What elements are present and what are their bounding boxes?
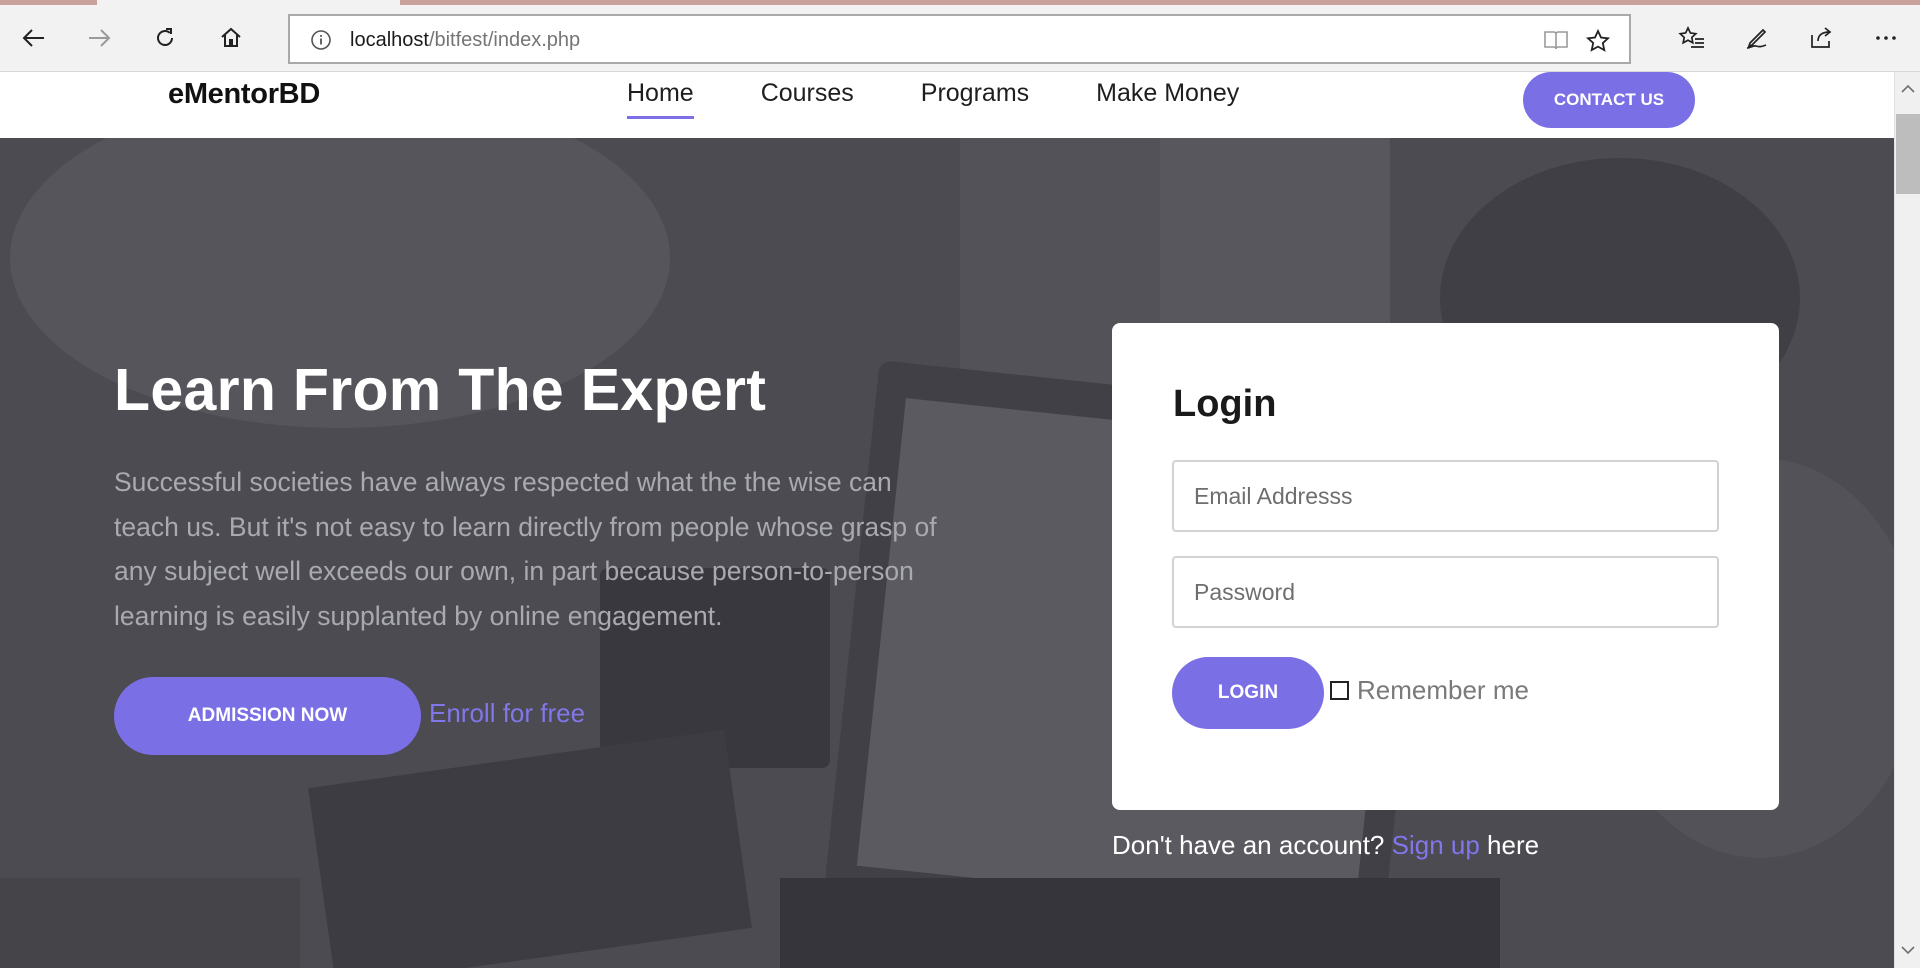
nav-courses[interactable]: Courses — [761, 79, 854, 120]
favorites-list-icon — [1678, 26, 1704, 48]
browser-toolbar: localhost/bitfest/index.php — [0, 5, 1920, 72]
hero-description: Successful societies have always respect… — [114, 467, 937, 631]
home-icon — [221, 27, 241, 47]
info-icon[interactable] — [310, 29, 332, 55]
nav-programs[interactable]: Programs — [921, 79, 1029, 120]
login-card: Login LOGIN Remember me — [1112, 323, 1779, 810]
share-icon — [1811, 27, 1832, 48]
more-button[interactable] — [1862, 14, 1910, 62]
signup-prefix: Don't have an account? — [1112, 830, 1392, 860]
back-icon — [22, 29, 44, 47]
remember-me-checkbox[interactable] — [1330, 681, 1349, 700]
admission-now-button[interactable]: ADMISSION NOW — [114, 677, 421, 755]
back-button[interactable] — [10, 14, 58, 62]
main-nav: Home Courses Programs Make Money — [627, 79, 1239, 120]
sign-up-link[interactable]: Sign up — [1392, 830, 1480, 860]
forward-button[interactable] — [75, 14, 123, 62]
refresh-icon — [157, 28, 173, 46]
home-button[interactable] — [207, 14, 255, 62]
pen-icon — [1746, 28, 1767, 49]
address-bar[interactable]: localhost/bitfest/index.php — [288, 14, 1631, 64]
notes-button[interactable] — [1733, 14, 1781, 62]
signup-prompt: Don't have an account? Sign up here — [1112, 830, 1539, 861]
password-field[interactable] — [1172, 556, 1719, 628]
signup-suffix: here — [1479, 830, 1540, 860]
more-icon — [1876, 36, 1896, 40]
scroll-up-icon[interactable] — [1900, 80, 1916, 99]
page-scrollbar[interactable] — [1894, 72, 1920, 968]
contact-us-button[interactable]: CONTACT US — [1523, 72, 1695, 128]
remember-me-label[interactable]: Remember me — [1357, 675, 1529, 706]
url-host: localhost — [350, 29, 429, 51]
site-logo[interactable]: eMentorBD — [168, 78, 320, 111]
refresh-button[interactable] — [141, 14, 189, 62]
enroll-for-free-link[interactable]: Enroll for free — [429, 698, 585, 729]
favorite-star-icon[interactable] — [1585, 28, 1611, 58]
share-button[interactable] — [1797, 14, 1845, 62]
reading-view-icon[interactable] — [1543, 28, 1569, 56]
nav-home[interactable]: Home — [627, 79, 694, 120]
login-button[interactable]: LOGIN — [1172, 657, 1324, 729]
url-text[interactable]: localhost/bitfest/index.php — [350, 29, 580, 52]
forward-icon — [89, 29, 111, 47]
login-title: Login — [1173, 383, 1277, 425]
hero-section: Learn From The Expert Successful societi… — [0, 138, 1894, 968]
favorites-button[interactable] — [1668, 14, 1716, 62]
scroll-down-icon[interactable] — [1900, 941, 1916, 960]
scrollbar-thumb[interactable] — [1896, 114, 1920, 194]
page-viewport: eMentorBD Home Courses Programs Make Mon… — [0, 72, 1894, 968]
url-path: /bitfest/index.php — [428, 29, 581, 51]
remember-me: Remember me — [1330, 675, 1529, 706]
nav-make-money[interactable]: Make Money — [1096, 79, 1239, 120]
site-header: eMentorBD Home Courses Programs Make Mon… — [0, 72, 1894, 138]
email-field[interactable] — [1172, 460, 1719, 532]
hero-title: Learn From The Expert — [114, 357, 767, 423]
